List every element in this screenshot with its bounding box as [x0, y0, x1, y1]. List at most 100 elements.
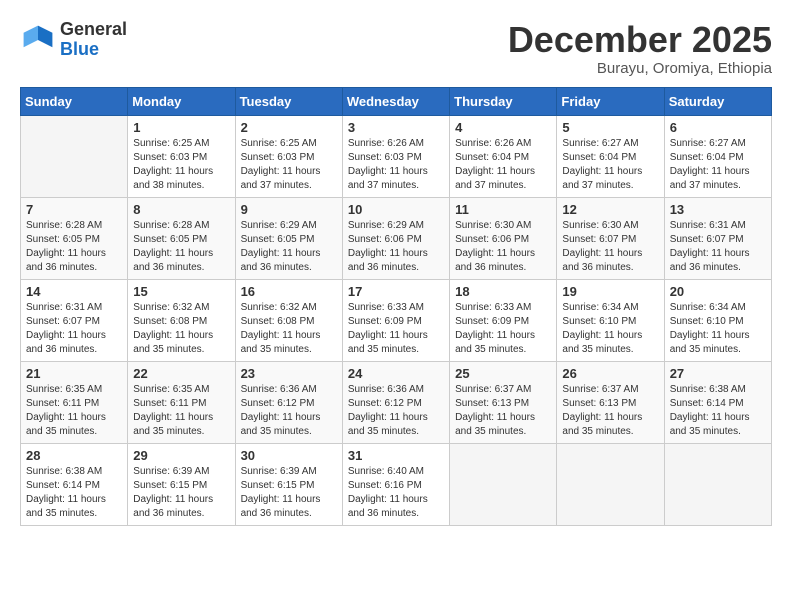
calendar-table: SundayMondayTuesdayWednesdayThursdayFrid…	[20, 87, 772, 526]
day-number: 15	[133, 284, 229, 299]
calendar-day-cell: 4 Sunrise: 6:26 AM Sunset: 6:04 PM Daylig…	[450, 115, 557, 197]
calendar-day-cell	[557, 443, 664, 525]
day-number: 5	[562, 120, 658, 135]
calendar-day-cell: 5Sunrise: 6:27 AM Sunset: 6:04 PM Daylig…	[557, 115, 664, 197]
day-number: 30	[241, 448, 337, 463]
day-number: 17	[348, 284, 444, 299]
weekday-header: Sunday	[21, 87, 128, 115]
location-subtitle: Burayu, Oromiya, Ethiopia	[508, 60, 772, 77]
calendar-day-cell: 8 Sunrise: 6:28 AM Sunset: 6:05 PM Daylig…	[128, 197, 235, 279]
day-number: 16	[241, 284, 337, 299]
day-info: Sunrise: 6:35 AM Sunset: 6:11 PM Dayligh…	[26, 383, 122, 439]
calendar-day-cell: 23 Sunrise: 6:36 AM Sunset: 6:12 PM Dayli…	[235, 361, 342, 443]
day-number: 23	[241, 366, 337, 381]
title-block: December 2025 Burayu, Oromiya, Ethiopia	[508, 20, 772, 77]
day-number: 29	[133, 448, 229, 463]
day-info: Sunrise: 6:29 AM Sunset: 6:05 PM Dayligh…	[241, 219, 337, 275]
day-number: 22	[133, 366, 229, 381]
day-number: 1	[133, 120, 229, 135]
weekday-header: Thursday	[450, 87, 557, 115]
calendar-day-cell: 28 Sunrise: 6:38 AM Sunset: 6:14 PM Dayli…	[21, 443, 128, 525]
day-info: Sunrise: 6:31 AM Sunset: 6:07 PM Dayligh…	[670, 219, 766, 275]
logo-text: General Blue	[60, 20, 127, 60]
day-number: 31	[348, 448, 444, 463]
calendar-day-cell: 12Sunrise: 6:30 AM Sunset: 6:07 PM Dayli…	[557, 197, 664, 279]
day-info: Sunrise: 6:26 AM Sunset: 6:03 PM Dayligh…	[348, 137, 444, 193]
weekday-header: Wednesday	[342, 87, 449, 115]
calendar-day-cell: 2Sunrise: 6:25 AM Sunset: 6:03 PM Daylig…	[235, 115, 342, 197]
day-number: 28	[26, 448, 122, 463]
day-info: Sunrise: 6:37 AM Sunset: 6:13 PM Dayligh…	[455, 383, 551, 439]
calendar-day-cell: 14Sunrise: 6:31 AM Sunset: 6:07 PM Dayli…	[21, 279, 128, 361]
day-info: Sunrise: 6:30 AM Sunset: 6:06 PM Dayligh…	[455, 219, 551, 275]
calendar-day-cell: 10 Sunrise: 6:29 AM Sunset: 6:06 PM Dayli…	[342, 197, 449, 279]
day-number: 11	[455, 202, 551, 217]
day-number: 24	[348, 366, 444, 381]
day-number: 10	[348, 202, 444, 217]
day-number: 25	[455, 366, 551, 381]
day-number: 19	[562, 284, 658, 299]
calendar-day-cell	[21, 115, 128, 197]
page-header: General Blue December 2025 Burayu, Oromi…	[20, 20, 772, 77]
day-info: Sunrise: 6:34 AM Sunset: 6:10 PM Dayligh…	[562, 301, 658, 357]
calendar-header-row: SundayMondayTuesdayWednesdayThursdayFrid…	[21, 87, 772, 115]
calendar-week-row: 1 Sunrise: 6:25 AM Sunset: 6:03 PM Daylig…	[21, 115, 772, 197]
day-info: Sunrise: 6:33 AM Sunset: 6:09 PM Dayligh…	[455, 301, 551, 357]
calendar-day-cell: 13 Sunrise: 6:31 AM Sunset: 6:07 PM Dayli…	[664, 197, 771, 279]
day-number: 21	[26, 366, 122, 381]
calendar-week-row: 28 Sunrise: 6:38 AM Sunset: 6:14 PM Dayli…	[21, 443, 772, 525]
calendar-week-row: 14Sunrise: 6:31 AM Sunset: 6:07 PM Dayli…	[21, 279, 772, 361]
weekday-header: Tuesday	[235, 87, 342, 115]
day-number: 14	[26, 284, 122, 299]
calendar-day-cell: 18Sunrise: 6:33 AM Sunset: 6:09 PM Dayli…	[450, 279, 557, 361]
day-info: Sunrise: 6:25 AM Sunset: 6:03 PM Dayligh…	[133, 137, 229, 193]
day-info: Sunrise: 6:36 AM Sunset: 6:12 PM Dayligh…	[241, 383, 337, 439]
calendar-day-cell: 19 Sunrise: 6:34 AM Sunset: 6:10 PM Dayli…	[557, 279, 664, 361]
calendar-day-cell: 26 Sunrise: 6:37 AM Sunset: 6:13 PM Dayli…	[557, 361, 664, 443]
calendar-day-cell: 9 Sunrise: 6:29 AM Sunset: 6:05 PM Daylig…	[235, 197, 342, 279]
calendar-day-cell: 7 Sunrise: 6:28 AM Sunset: 6:05 PM Daylig…	[21, 197, 128, 279]
day-info: Sunrise: 6:29 AM Sunset: 6:06 PM Dayligh…	[348, 219, 444, 275]
day-number: 4	[455, 120, 551, 135]
calendar-day-cell	[664, 443, 771, 525]
calendar-day-cell: 11 Sunrise: 6:30 AM Sunset: 6:06 PM Dayli…	[450, 197, 557, 279]
day-info: Sunrise: 6:28 AM Sunset: 6:05 PM Dayligh…	[133, 219, 229, 275]
weekday-header: Saturday	[664, 87, 771, 115]
day-info: Sunrise: 6:38 AM Sunset: 6:14 PM Dayligh…	[26, 465, 122, 521]
day-info: Sunrise: 6:36 AM Sunset: 6:12 PM Dayligh…	[348, 383, 444, 439]
calendar-day-cell: 29Sunrise: 6:39 AM Sunset: 6:15 PM Dayli…	[128, 443, 235, 525]
calendar-day-cell: 15Sunrise: 6:32 AM Sunset: 6:08 PM Dayli…	[128, 279, 235, 361]
day-info: Sunrise: 6:26 AM Sunset: 6:04 PM Dayligh…	[455, 137, 551, 193]
calendar-day-cell: 27 Sunrise: 6:38 AM Sunset: 6:14 PM Dayli…	[664, 361, 771, 443]
day-info: Sunrise: 6:32 AM Sunset: 6:08 PM Dayligh…	[241, 301, 337, 357]
day-info: Sunrise: 6:34 AM Sunset: 6:10 PM Dayligh…	[670, 301, 766, 357]
calendar-day-cell: 21 Sunrise: 6:35 AM Sunset: 6:11 PM Dayli…	[21, 361, 128, 443]
weekday-header: Monday	[128, 87, 235, 115]
day-number: 7	[26, 202, 122, 217]
day-number: 27	[670, 366, 766, 381]
day-number: 12	[562, 202, 658, 217]
day-info: Sunrise: 6:37 AM Sunset: 6:13 PM Dayligh…	[562, 383, 658, 439]
calendar-day-cell: 6Sunrise: 6:27 AM Sunset: 6:04 PM Daylig…	[664, 115, 771, 197]
calendar-day-cell: 16 Sunrise: 6:32 AM Sunset: 6:08 PM Dayli…	[235, 279, 342, 361]
logo: General Blue	[20, 20, 127, 60]
calendar-day-cell: 1 Sunrise: 6:25 AM Sunset: 6:03 PM Daylig…	[128, 115, 235, 197]
calendar-day-cell: 24 Sunrise: 6:36 AM Sunset: 6:12 PM Dayli…	[342, 361, 449, 443]
day-info: Sunrise: 6:28 AM Sunset: 6:05 PM Dayligh…	[26, 219, 122, 275]
day-number: 2	[241, 120, 337, 135]
day-number: 26	[562, 366, 658, 381]
day-info: Sunrise: 6:33 AM Sunset: 6:09 PM Dayligh…	[348, 301, 444, 357]
calendar-day-cell: 25 Sunrise: 6:37 AM Sunset: 6:13 PM Dayli…	[450, 361, 557, 443]
day-number: 8	[133, 202, 229, 217]
day-number: 13	[670, 202, 766, 217]
day-info: Sunrise: 6:38 AM Sunset: 6:14 PM Dayligh…	[670, 383, 766, 439]
calendar-day-cell: 22 Sunrise: 6:35 AM Sunset: 6:11 PM Dayli…	[128, 361, 235, 443]
logo-icon	[20, 22, 56, 58]
calendar-day-cell: 20Sunrise: 6:34 AM Sunset: 6:10 PM Dayli…	[664, 279, 771, 361]
day-number: 3	[348, 120, 444, 135]
day-info: Sunrise: 6:35 AM Sunset: 6:11 PM Dayligh…	[133, 383, 229, 439]
weekday-header: Friday	[557, 87, 664, 115]
calendar-day-cell: 3 Sunrise: 6:26 AM Sunset: 6:03 PM Daylig…	[342, 115, 449, 197]
day-info: Sunrise: 6:27 AM Sunset: 6:04 PM Dayligh…	[670, 137, 766, 193]
day-number: 9	[241, 202, 337, 217]
